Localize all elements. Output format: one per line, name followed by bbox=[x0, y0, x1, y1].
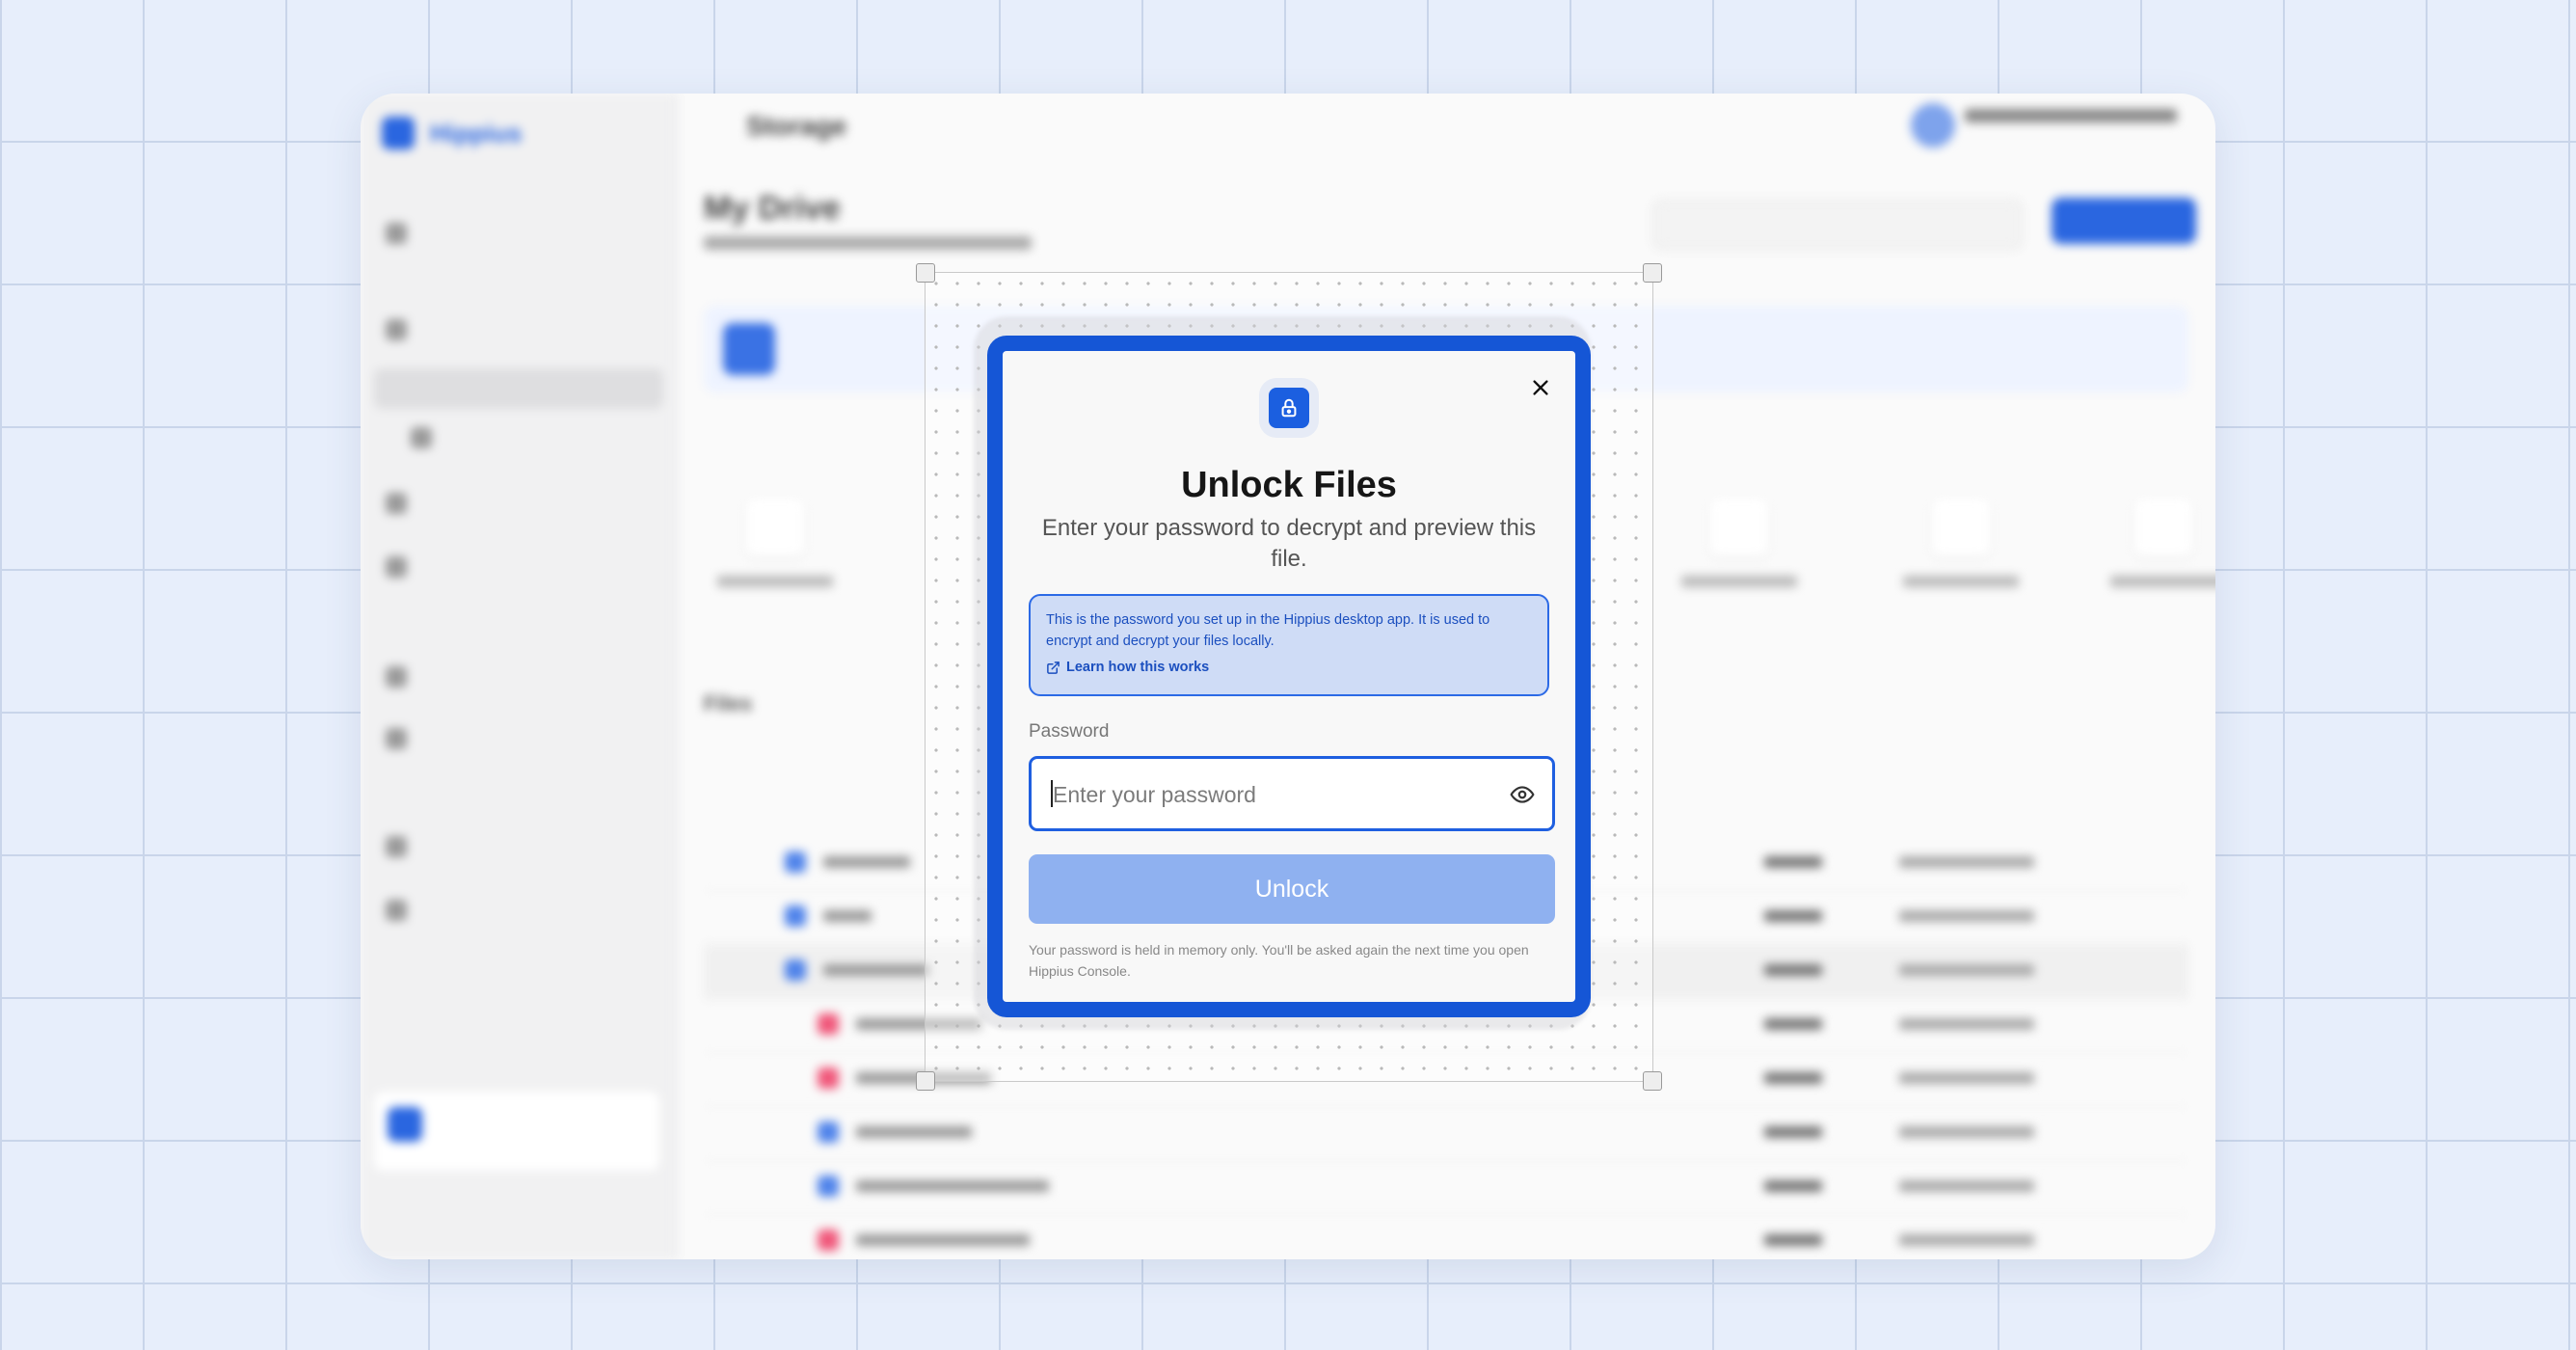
sidebar-item bbox=[386, 553, 407, 581]
lock-icon bbox=[1269, 388, 1309, 428]
password-label: Password bbox=[1029, 721, 1110, 742]
password-field[interactable] bbox=[1029, 756, 1555, 831]
resize-handle bbox=[916, 263, 935, 283]
eye-icon[interactable] bbox=[1510, 782, 1535, 807]
folder-card bbox=[1710, 499, 1768, 556]
sidebar-item bbox=[386, 219, 407, 248]
resize-handle bbox=[1643, 1071, 1662, 1091]
folder-label bbox=[717, 576, 833, 587]
learn-how-link-label: Learn how this works bbox=[1066, 660, 1210, 675]
table-row bbox=[704, 1106, 2188, 1161]
resize-handle bbox=[916, 1071, 935, 1091]
sidebar-item bbox=[411, 423, 432, 452]
dialog-title: Unlock Files bbox=[1181, 465, 1397, 505]
folder-card bbox=[1932, 499, 1990, 556]
table-row bbox=[704, 1214, 2188, 1259]
footer-note: Your password is held in memory only. Yo… bbox=[1029, 942, 1529, 979]
page-title: Storage bbox=[746, 111, 847, 141]
brand-logo bbox=[382, 117, 415, 149]
close-icon[interactable] bbox=[1525, 372, 1556, 403]
user-name bbox=[1965, 109, 2177, 122]
sidebar-item bbox=[386, 489, 407, 518]
folder-card bbox=[2134, 499, 2192, 556]
sidebar-item bbox=[386, 832, 407, 861]
folder-label bbox=[1903, 576, 2019, 587]
section-subtitle bbox=[704, 236, 1032, 250]
sidebar-item bbox=[386, 662, 407, 691]
sidebar-item-active bbox=[374, 368, 663, 409]
section-title: My Drive bbox=[704, 190, 841, 227]
dialog-subtitle: Enter your password to decrypt and previ… bbox=[1041, 515, 1537, 572]
resize-handle bbox=[1643, 263, 1662, 283]
sidebar-card bbox=[374, 1092, 659, 1171]
search-input bbox=[1652, 200, 2023, 250]
info-callout: This is the password you set up in the H… bbox=[1029, 594, 1549, 696]
unlock-files-dialog: Unlock Files Enter your password to decr… bbox=[1003, 351, 1575, 1002]
table-row bbox=[704, 1160, 2188, 1215]
sidebar: Hippius bbox=[361, 94, 677, 1259]
folder-label bbox=[1681, 576, 1797, 587]
sidebar-item bbox=[386, 896, 407, 925]
files-heading: Files bbox=[704, 691, 753, 716]
new-button bbox=[2052, 198, 2196, 244]
avatar bbox=[1911, 103, 1955, 148]
folder-card bbox=[746, 499, 804, 556]
learn-how-link[interactable]: Learn how this works bbox=[1046, 660, 1209, 675]
password-input[interactable] bbox=[1051, 759, 1479, 830]
external-link-icon bbox=[1047, 661, 1060, 674]
brand-name: Hippius bbox=[430, 119, 523, 148]
info-text: This is the password you set up in the H… bbox=[1046, 612, 1490, 649]
folder-label bbox=[2110, 576, 2215, 587]
unlock-button[interactable]: Unlock bbox=[1029, 854, 1555, 924]
sidebar-item bbox=[386, 315, 407, 344]
sidebar-item bbox=[386, 724, 407, 753]
